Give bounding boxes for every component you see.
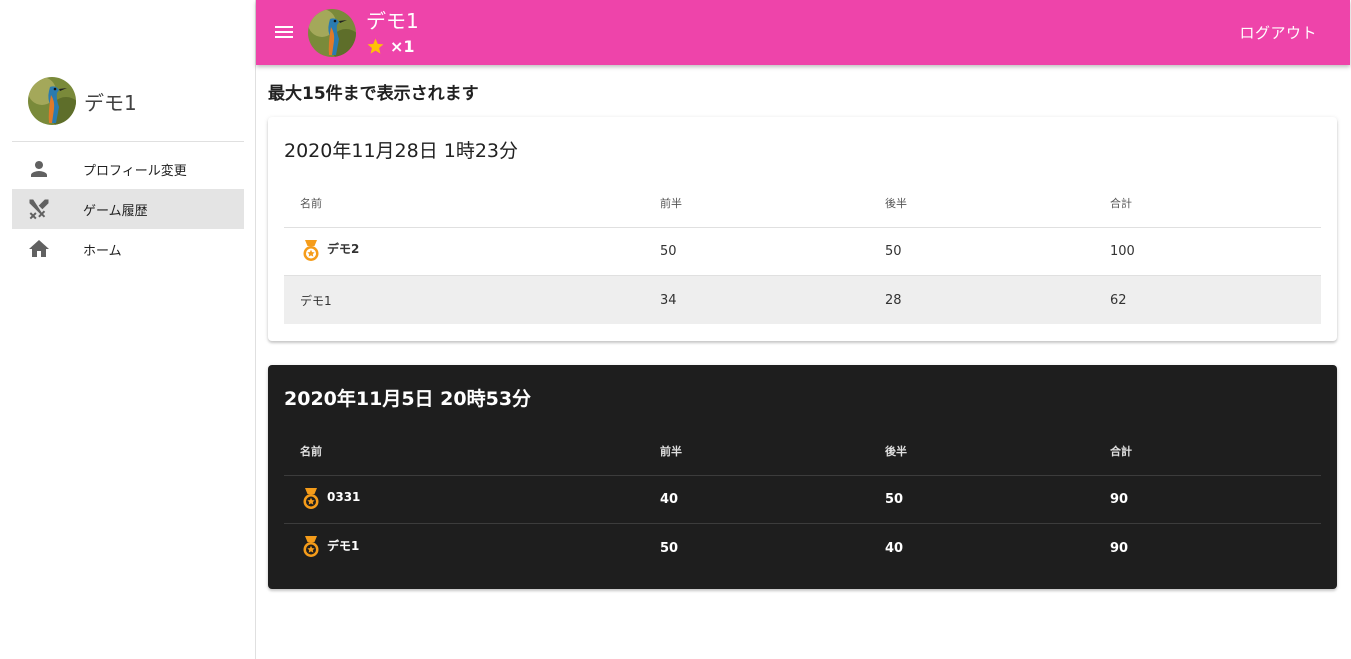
drawer-nav: プロフィール変更 ゲーム履歴 ホーム (12, 149, 244, 269)
game-datetime: 2020年11月5日 20時53分 (284, 388, 532, 410)
app-bar: デモ1 ×1 ログアウト (256, 0, 1350, 65)
score-table: 名前 前半 後半 合計 0331 40 50 90 デモ1 50 40 90 (284, 427, 1321, 572)
score-table: 名前 前半 後半 合計 デモ2 50 50 100 デモ1 34 28 62 (284, 179, 1321, 324)
menu-icon[interactable] (272, 20, 296, 44)
sidebar-item-label: ホーム (83, 243, 122, 259)
column-header-total: 合計 (1110, 445, 1132, 458)
person-icon (12, 157, 68, 181)
column-header-second-half: 後半 (885, 445, 907, 458)
table-header: 名前 前半 後半 合計 (284, 179, 1321, 228)
table-header: 名前 前半 後半 合計 (284, 427, 1321, 476)
star-count-label: ×1 (390, 37, 415, 56)
total-score: 100 (1110, 244, 1135, 259)
home-icon (12, 237, 68, 261)
avatar (308, 9, 356, 57)
second-half-score: 50 (885, 492, 904, 507)
star-count: ×1 (366, 37, 415, 56)
star-icon (367, 38, 384, 54)
table-row: デモ1 34 28 62 (284, 276, 1321, 324)
game-card: 2020年11月28日 1時23分 名前 前半 後半 合計 デモ2 50 50 … (268, 117, 1337, 341)
total-score: 90 (1110, 540, 1129, 556)
sidebar-item-home[interactable]: ホーム (12, 229, 244, 269)
sidebar-item-game-history[interactable]: ゲーム履歴 (12, 189, 244, 229)
medal-icon (303, 239, 319, 261)
sidebar-item-label: プロフィール変更 (83, 163, 187, 179)
sidebar-item-profile[interactable]: プロフィール変更 (12, 149, 244, 189)
medal-icon (303, 536, 319, 557)
app-bar-user-name: デモ1 (366, 9, 419, 33)
player-cell: デモ2 (284, 239, 644, 262)
second-half-score: 28 (885, 292, 902, 308)
crossed-swords-icon (12, 197, 68, 221)
player-name: デモ1 (300, 293, 332, 308)
player-name: デモ1 (327, 538, 360, 553)
column-header-name: 名前 (300, 197, 322, 210)
second-half-score: 40 (885, 540, 904, 556)
first-half-score: 34 (660, 292, 677, 308)
total-score: 90 (1110, 492, 1129, 507)
drawer-profile: デモ1 (28, 76, 137, 126)
first-half-score: 50 (660, 540, 679, 556)
second-half-score: 50 (885, 244, 902, 259)
player-name: デモ2 (327, 242, 360, 256)
column-header-name: 名前 (300, 445, 322, 458)
navigation-drawer: デモ1 プロフィール変更 ゲーム履歴 ホーム (0, 0, 256, 659)
column-header-total: 合計 (1110, 197, 1132, 210)
game-datetime: 2020年11月28日 1時23分 (284, 140, 519, 162)
player-name: 0331 (327, 489, 361, 504)
drawer-user-name: デモ1 (84, 90, 137, 115)
medal-icon (303, 487, 319, 509)
first-half-score: 40 (660, 492, 679, 507)
column-header-first-half: 前半 (660, 445, 682, 458)
logout-button[interactable]: ログアウト (1239, 22, 1317, 43)
sidebar-item-label: ゲーム履歴 (83, 203, 148, 219)
table-row: デモ1 50 40 90 (284, 524, 1321, 572)
page-notice: 最大15件まで表示されます (268, 84, 479, 104)
table-row: 0331 40 50 90 (284, 476, 1321, 524)
avatar (28, 77, 76, 125)
player-cell: デモ1 (284, 536, 644, 558)
player-cell: デモ1 (284, 292, 644, 309)
game-card: 2020年11月5日 20時53分 名前 前半 後半 合計 0331 40 50… (268, 365, 1337, 589)
first-half-score: 50 (660, 244, 677, 259)
player-cell: 0331 (284, 487, 644, 510)
total-score: 62 (1110, 292, 1127, 308)
table-row: デモ2 50 50 100 (284, 228, 1321, 276)
column-header-first-half: 前半 (660, 197, 682, 210)
column-header-second-half: 後半 (885, 197, 907, 210)
drawer-divider (12, 141, 244, 142)
